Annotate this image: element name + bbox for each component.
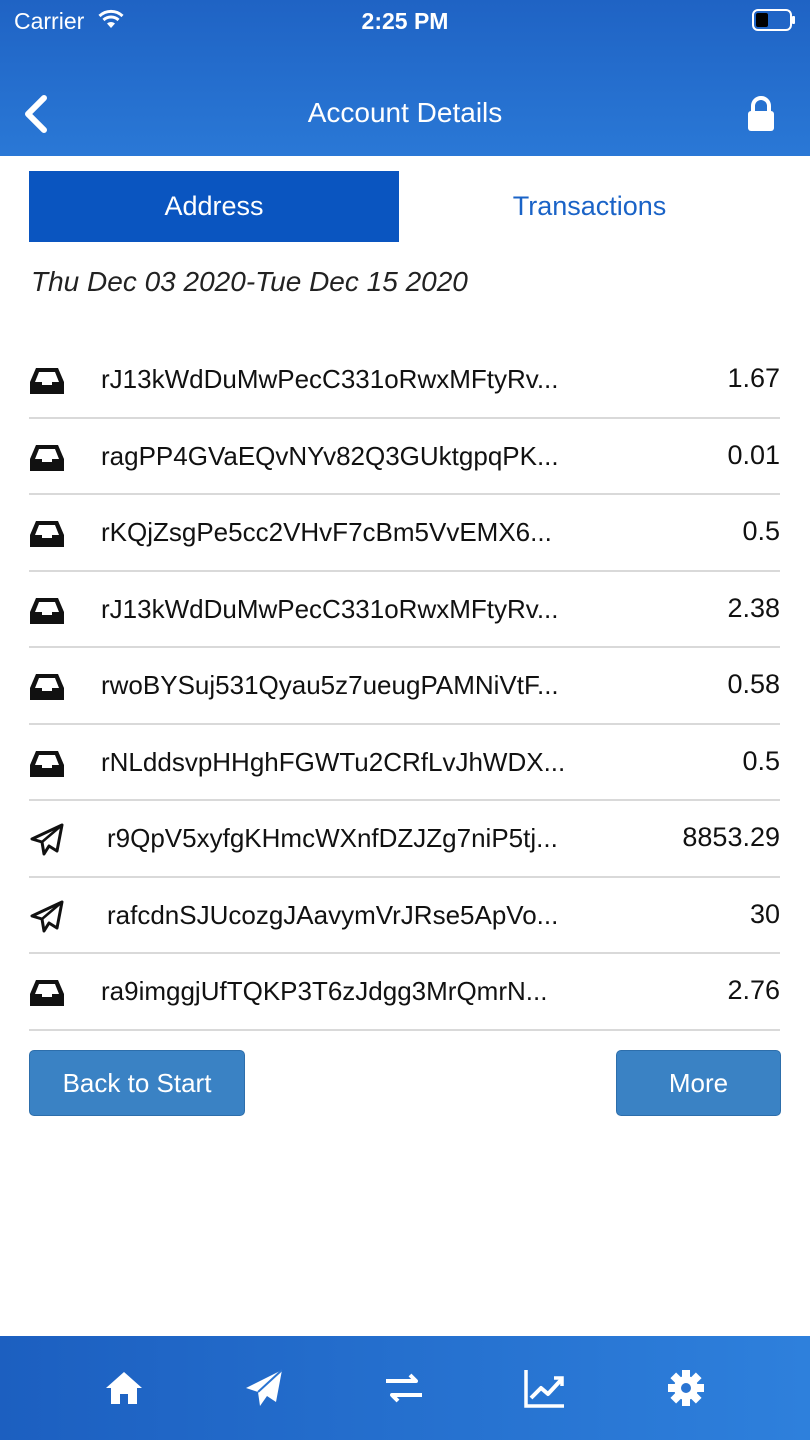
inbox-icon [30,368,64,394]
transaction-address: ra9imggjUfTQKP3T6zJdgg3MrQmrN... [101,976,548,1006]
header: Carrier 2:25 PM Account Details [0,0,810,156]
transaction-row[interactable]: r9QpV5xyfgKHmcWXnfDZJZg7niP5tj... 8853.29 [29,801,780,878]
exchange-icon[interactable] [382,1366,426,1410]
back-to-start-button[interactable]: Back to Start [29,1050,245,1116]
chart-line-icon[interactable] [522,1366,566,1410]
lock-icon[interactable] [746,96,776,132]
tab-bar [0,1336,810,1440]
transaction-amount: 30 [749,898,780,929]
transaction-amount: 0.5 [742,745,780,776]
transaction-row[interactable]: rNLddsvpHHghFGWTu2CRfLvJhWDX... 0.5 [29,725,780,801]
battery-icon [752,9,795,31]
inbox-icon [30,750,64,777]
transaction-amount: 0.5 [742,516,780,546]
transaction-address: rJ13kWdDuMwPecC331oRwxMFtyRv... [101,364,559,394]
transaction-amount: 8853.29 [682,822,780,852]
more-button[interactable]: More [616,1050,781,1116]
paper-plane-icon [30,900,64,932]
inbox-icon [30,521,64,547]
tab-address[interactable]: Address [29,171,399,242]
transaction-row[interactable]: ragPP4GVaEQvNYv82Q3GUktgpqPK... 0.01 [29,419,780,495]
transaction-address: rKQjZsgPe5cc2VHvF7cBm5VvEMX6... [101,517,552,547]
transaction-amount: 0.01 [727,439,780,470]
transaction-address: rJ13kWdDuMwPecC331oRwxMFtyRv... [101,593,559,624]
transaction-amount: 2.38 [727,592,780,623]
transaction-address: ragPP4GVaEQvNYv82Q3GUktgpqPK... [101,440,559,471]
page-title: Account Details [307,97,503,128]
transaction-row[interactable]: rafcdnSJUcozgJAavymVrJRse5ApVo... 30 [29,878,780,954]
transaction-address: rNLddsvpHHghFGWTu2CRfLvJhWDX... [101,746,566,777]
inbox-icon [30,597,64,624]
clock: 2:25 PM [361,8,449,34]
tab-transactions[interactable]: Transactions [399,171,780,242]
inbox-icon [30,980,64,1006]
date-range: Thu Dec 03 2020-Tue Dec 15 2020 [31,266,468,297]
transaction-list: rJ13kWdDuMwPecC331oRwxMFtyRv... 1.67 ragPP… [29,342,780,1031]
transaction-amount: 2.76 [727,975,780,1005]
paper-plane-icon [30,823,64,856]
transaction-address: rwoBYSuj531Qyau5z7ueugPAMNiVtF... [101,670,559,700]
transaction-row[interactable]: ra9imggjUfTQKP3T6zJdgg3MrQmrN... 2.76 [29,954,780,1031]
home-icon[interactable] [102,1366,146,1410]
transaction-amount: 0.58 [727,669,780,699]
segmented-control: Address Transactions [29,171,780,242]
transaction-row[interactable]: rKQjZsgPe5cc2VHvF7cBm5VvEMX6... 0.5 [29,495,780,572]
transaction-address: r9QpV5xyfgKHmcWXnfDZJZg7niP5tj... [107,823,558,853]
status-bar: Carrier 2:25 PM [0,0,810,40]
transaction-row[interactable]: rwoBYSuj531Qyau5z7ueugPAMNiVtF... 0.58 [29,648,780,725]
gear-icon[interactable] [664,1366,708,1410]
nav-bar: Account Details [0,70,810,156]
transaction-amount: 1.67 [727,363,780,393]
transaction-address: rafcdnSJUcozgJAavymVrJRse5ApVo... [107,899,559,930]
inbox-icon [30,674,64,700]
paper-plane-icon[interactable] [242,1366,286,1410]
transaction-row[interactable]: rJ13kWdDuMwPecC331oRwxMFtyRv... 2.38 [29,572,780,648]
transaction-row[interactable]: rJ13kWdDuMwPecC331oRwxMFtyRv... 1.67 [29,342,780,419]
inbox-icon [30,444,64,471]
